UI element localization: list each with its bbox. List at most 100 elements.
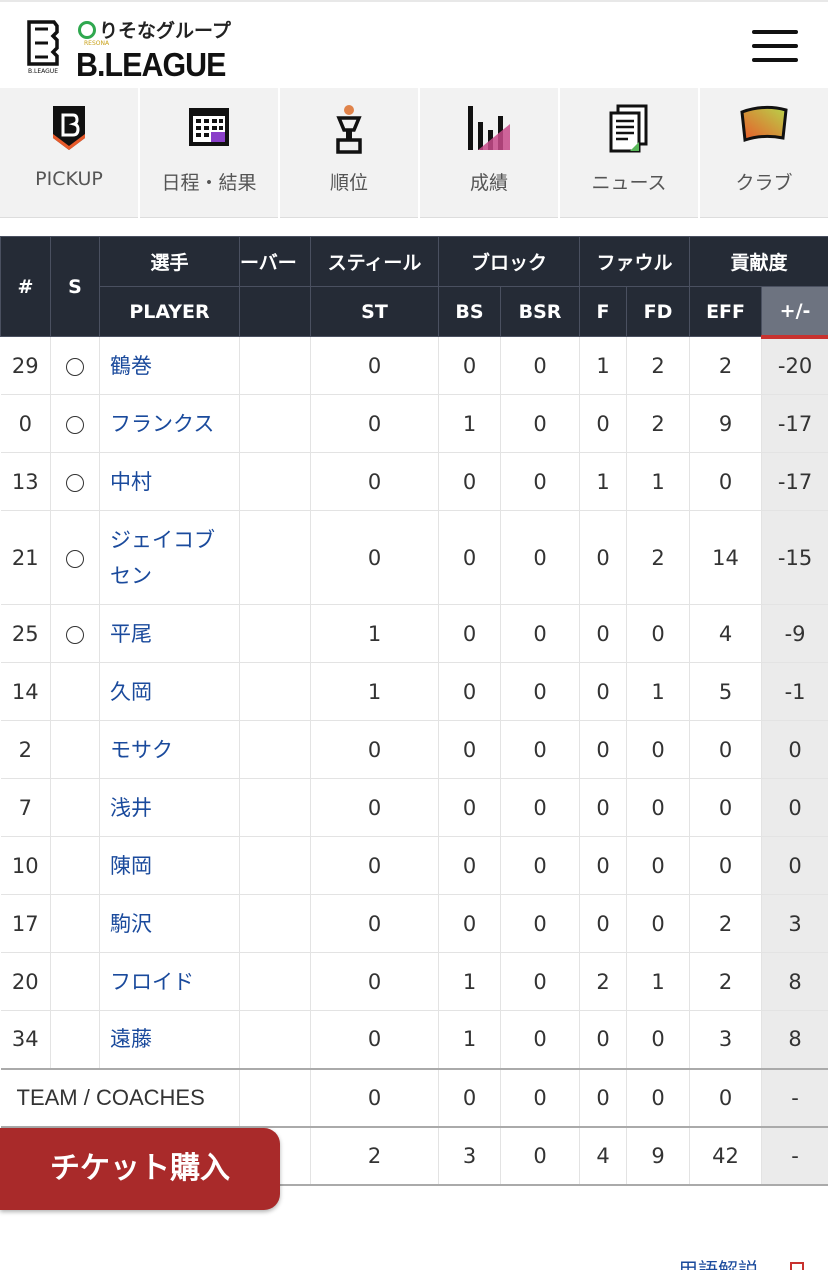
nav-item-news[interactable]: ニュース	[560, 88, 700, 218]
stat-eff: 0	[689, 778, 763, 837]
hamburger-icon[interactable]	[752, 28, 798, 64]
stat-bs: 0	[438, 720, 501, 779]
team-stat-st: 0	[310, 1067, 439, 1127]
table-row: 34 遠藤 0 1 0 0 0 3 8	[0, 1010, 828, 1069]
stat-bs: 0	[438, 662, 501, 721]
nav-label: クラブ	[735, 172, 793, 194]
stat-eff: 0	[689, 836, 763, 895]
stat-fd: 1	[626, 662, 691, 721]
starter-circle-icon	[66, 415, 84, 434]
stat-pm: -1	[761, 662, 828, 721]
nav-label: ニュース	[591, 172, 667, 194]
brand-wordmark[interactable]: B.LEAGUE	[76, 46, 226, 84]
table-row: 0 フランクス 0 1 0 0 2 9 -17	[0, 394, 828, 453]
stat-fd: 0	[626, 894, 691, 953]
stat-fd: 0	[626, 778, 691, 837]
team-coaches-label: TEAM / COACHES	[0, 1067, 240, 1127]
stat-bsr: 0	[500, 778, 581, 837]
stat-eff: 5	[689, 662, 763, 721]
col-header-st[interactable]: ST	[310, 286, 439, 337]
starter-cell	[50, 452, 100, 511]
player-number: 0	[0, 394, 51, 453]
stat-st: 0	[310, 952, 439, 1011]
bleague-logo-icon[interactable]: B.LEAGUE	[26, 20, 60, 76]
stat-pm: 3	[761, 894, 828, 953]
nav-label: 日程・結果	[161, 172, 257, 194]
stat-bsr: 0	[500, 836, 581, 895]
col-header-number[interactable]: #	[0, 236, 51, 337]
player-name-link[interactable]: モサク	[99, 720, 240, 779]
stat-pm: -17	[761, 394, 828, 453]
stat-f: 0	[579, 778, 628, 837]
stat-pm: 0	[761, 720, 828, 779]
nav-item-pickup[interactable]: PICKUP	[0, 88, 140, 218]
col-header-starter[interactable]: S	[50, 236, 100, 337]
col-header-fd[interactable]: FD	[626, 286, 691, 337]
turnover-cell	[239, 894, 311, 953]
player-name-link[interactable]: ジェイコブセン	[99, 510, 240, 605]
player-number: 17	[0, 894, 51, 953]
group-header-player: 選手	[99, 236, 240, 287]
col-header-plus-minus[interactable]: +/-	[761, 286, 828, 339]
stat-fd: 2	[626, 336, 691, 395]
player-name-link[interactable]: 遠藤	[99, 1010, 240, 1069]
col-header-f[interactable]: F	[579, 286, 628, 337]
starter-cell	[50, 952, 100, 1011]
stat-bsr: 0	[500, 510, 581, 605]
team-stat-bsr: 0	[500, 1067, 581, 1127]
player-name-link[interactable]: 陳岡	[99, 836, 240, 895]
stat-bs: 0	[438, 452, 501, 511]
col-header-bsr[interactable]: BSR	[499, 286, 581, 337]
stat-fd: 2	[626, 510, 691, 605]
player-number: 14	[0, 662, 51, 721]
stat-st: 0	[310, 894, 439, 953]
player-name-link[interactable]: 浅井	[99, 778, 240, 837]
starter-cell	[50, 394, 100, 453]
team-stat-eff: 0	[689, 1067, 763, 1127]
group-header-contribution: 貢献度	[689, 236, 828, 287]
starter-cell	[50, 662, 100, 721]
stat-eff: 0	[689, 452, 763, 511]
stat-fd: 1	[626, 952, 691, 1011]
table-row: 2 モサク 0 0 0 0 0 0 0	[0, 720, 828, 779]
col-header-eff[interactable]: EFF	[689, 286, 763, 337]
nav-item-stats[interactable]: 成績	[420, 88, 560, 218]
table-row: 13 中村 0 0 0 1 1 0 -17	[0, 452, 828, 511]
total-stat-eff: 42	[689, 1125, 763, 1186]
starter-cell	[50, 336, 100, 395]
stat-st: 0	[310, 778, 439, 837]
starter-cell	[50, 894, 100, 953]
stat-bs: 1	[438, 394, 501, 453]
starter-cell	[50, 720, 100, 779]
turnover-cell	[239, 604, 311, 663]
player-name-link[interactable]: フランクス	[99, 394, 240, 453]
nav-item-club[interactable]: クラブ	[700, 88, 828, 218]
stat-fd: 0	[626, 720, 691, 779]
ticket-purchase-button[interactable]: チケット購入	[0, 1128, 280, 1210]
glossary-link[interactable]: 用語解説	[678, 1254, 758, 1270]
stat-bs: 0	[438, 778, 501, 837]
stat-f: 0	[579, 510, 628, 605]
team-coaches-row: TEAM / COACHES 0 0 0 0 0 0-	[0, 1067, 828, 1127]
table-row: 21 ジェイコブセン 0 0 0 0 2 14 -15	[0, 510, 828, 605]
calendar-icon	[189, 108, 229, 146]
stat-bs: 0	[438, 604, 501, 663]
player-name-link[interactable]: 平尾	[99, 604, 240, 663]
col-header-bs[interactable]: BS	[438, 286, 501, 337]
stat-bsr: 0	[500, 662, 581, 721]
starter-circle-icon	[66, 625, 84, 644]
stat-bsr: 0	[500, 452, 581, 511]
stat-bsr: 0	[500, 720, 581, 779]
nav-item-standings[interactable]: 順位	[280, 88, 420, 218]
player-name-link[interactable]: 中村	[99, 452, 240, 511]
stat-bs: 1	[438, 952, 501, 1011]
player-name-link[interactable]: 駒沢	[99, 894, 240, 953]
player-name-link[interactable]: 鶴巻	[99, 336, 240, 395]
col-header-turnover[interactable]	[239, 286, 311, 337]
col-header-player[interactable]: PLAYER	[99, 286, 240, 337]
nav-item-schedule[interactable]: 日程・結果	[140, 88, 280, 218]
player-name-link[interactable]: フロイド	[99, 952, 240, 1011]
player-name-link[interactable]: 久岡	[99, 662, 240, 721]
player-number: 25	[0, 604, 51, 663]
player-number: 13	[0, 452, 51, 511]
